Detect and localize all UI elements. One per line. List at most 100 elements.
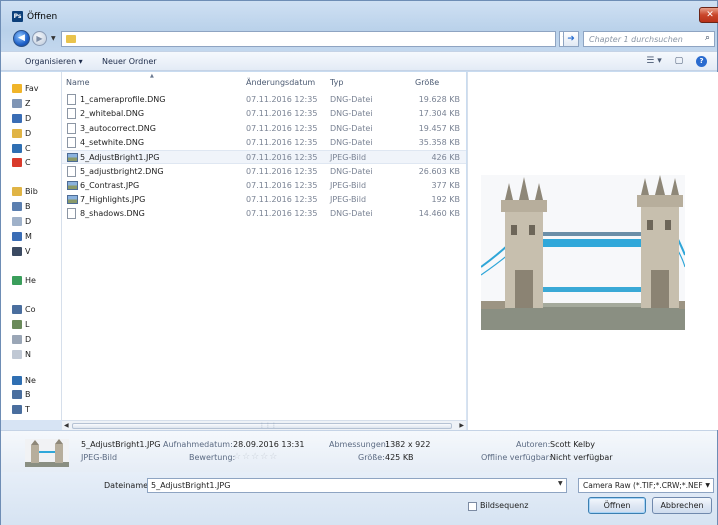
file-type-value: Camera Raw (*.TIF;*.CRW;*.NEF <box>583 481 703 490</box>
detail-offline-label: Offline verfügbar: <box>481 453 552 462</box>
file-date: 07.11.2016 12:35 <box>246 95 318 104</box>
local-disk-icon <box>12 320 22 329</box>
file-size: 426 KB <box>431 153 460 163</box>
sidebar-item-label: L <box>25 320 30 329</box>
scroll-left-icon[interactable]: ◀ <box>64 422 69 429</box>
search-input[interactable]: Chapter 1 durchsuchen ⌕ <box>583 31 715 47</box>
refresh-button[interactable]: ➜ <box>563 31 579 47</box>
chevron-down-icon: ▼ <box>703 482 710 489</box>
network-icon <box>12 376 22 385</box>
star-icon <box>12 84 22 93</box>
file-size: 19.457 KB <box>418 123 460 133</box>
back-arrow-icon: ◀ <box>18 33 25 43</box>
sidebar-item[interactable]: D <box>12 217 31 226</box>
sidebar-item[interactable]: Bib <box>12 187 38 196</box>
file-row[interactable]: 5_adjustbright2.DNG 07.11.2016 12:35 DNG-D… <box>62 165 466 179</box>
column-header-size[interactable]: Größe <box>415 78 439 87</box>
rating-stars[interactable]: ☆☆☆☆☆ <box>233 452 278 462</box>
scrollbar-thumb[interactable]: ⋮⋮⋮ <box>72 422 452 429</box>
address-bar[interactable] <box>61 31 556 47</box>
close-icon: ✕ <box>706 10 714 20</box>
scroll-right-icon[interactable]: ▶ <box>459 422 464 429</box>
column-header-date[interactable]: Änderungsdatum <box>246 78 315 87</box>
file-row[interactable]: 8_shadows.DNG 07.11.2016 12:35 DNG-Datei 14… <box>62 207 466 221</box>
image-sequence-checkbox[interactable] <box>468 502 477 511</box>
sidebar-item[interactable]: Fav <box>12 84 39 93</box>
sidebar-item[interactable]: C <box>12 158 31 167</box>
preview-pane-icon[interactable]: ▢ <box>675 56 684 66</box>
file-row[interactable]: 3_autocorrect.DNG 07.11.2016 12:35 DNG-Dat… <box>62 122 466 136</box>
sidebar-item[interactable]: B <box>12 202 31 211</box>
sort-caret-icon: ▲ <box>150 73 154 79</box>
file-size: 377 KB <box>431 180 460 190</box>
dng-file-icon <box>67 108 76 120</box>
sidebar-item[interactable]: Ne <box>12 376 36 385</box>
sidebar-item[interactable]: Z <box>12 99 30 108</box>
file-row[interactable]: 2_whitebal.DNG 07.11.2016 12:35 DNG-Datei 1… <box>62 107 466 121</box>
thumbnail-image <box>25 439 69 467</box>
filename-input[interactable]: 5_AdjustBright1.JPG <box>147 478 567 493</box>
sidebar-item-label: D <box>25 217 32 226</box>
navigation-pane: Fav Z D D C C Bib B D M V He Co L D N Ne B T <box>1 72 61 420</box>
file-size: 17.304 KB <box>418 109 460 119</box>
file-list: Name ▲ Änderungsdatum Typ Größe 1_camera… <box>62 72 466 420</box>
organize-button[interactable]: Organisieren ▾ <box>25 57 83 66</box>
pictures-icon <box>12 202 22 211</box>
close-button[interactable]: ✕ <box>699 7 718 23</box>
view-options-icon[interactable]: ☰ ▾ <box>646 56 661 66</box>
help-icon[interactable]: ? <box>696 56 707 67</box>
sidebar-item[interactable]: T <box>12 405 30 414</box>
grip-icon: ⋮⋮⋮ <box>259 422 277 429</box>
column-header-type[interactable]: Typ <box>330 78 343 87</box>
detail-date-label: Aufnahmedatum: <box>163 440 233 449</box>
file-type: JPEG-Bild <box>330 195 367 205</box>
horizontal-scrollbar[interactable]: ◀ ⋮⋮⋮ ▶ <box>62 420 466 430</box>
forward-button[interactable]: ▶ <box>32 31 47 46</box>
sidebar-item[interactable]: B <box>12 390 31 399</box>
sidebar-item[interactable]: He <box>12 276 36 285</box>
file-row[interactable]: 6_Contrast.JPG 07.11.2016 12:35 JPEG-Bild 3… <box>62 179 466 193</box>
network-drive-icon <box>12 350 22 359</box>
sidebar-item[interactable]: D <box>12 114 31 123</box>
detail-offline-value: Nicht verfügbar <box>550 453 613 462</box>
sidebar-item[interactable]: M <box>12 232 32 241</box>
desktop-icon <box>12 114 22 123</box>
file-row[interactable]: 7_Highlights.JPG 07.11.2016 12:35 JPEG-Bil… <box>62 193 466 207</box>
sidebar-item-label: M <box>25 232 32 241</box>
file-name: 2_whitebal.DNG <box>80 109 145 119</box>
file-row[interactable]: 4_setwhite.DNG 07.11.2016 12:35 DNG-Datei 3… <box>62 136 466 150</box>
history-dropdown[interactable]: ▼ <box>51 35 56 42</box>
sidebar-item[interactable]: Co <box>12 305 35 314</box>
file-date: 07.11.2016 12:35 <box>246 109 318 119</box>
open-button[interactable]: Öffnen <box>588 497 646 514</box>
preview-image <box>481 175 685 330</box>
jpeg-file-icon <box>67 180 78 190</box>
videos-icon <box>12 247 22 256</box>
dng-file-icon <box>67 122 76 134</box>
filename-dropdown-icon[interactable]: ▼ <box>558 480 563 487</box>
sidebar-item[interactable]: D <box>12 335 31 344</box>
cancel-button[interactable]: Abbrechen <box>652 497 712 514</box>
file-type: DNG-Datei <box>330 123 373 133</box>
sidebar-item[interactable]: C <box>12 144 31 153</box>
back-button[interactable]: ◀ <box>13 30 30 47</box>
creative-cloud-files-icon <box>12 158 22 167</box>
file-row[interactable]: 1_cameraprofile.DNG 07.11.2016 12:35 DNG-D… <box>62 93 466 107</box>
sidebar-item[interactable]: N <box>12 350 31 359</box>
preview-pane <box>467 72 718 430</box>
new-folder-button[interactable]: Neuer Ordner <box>102 57 157 66</box>
titlebar[interactable]: Ps Öffnen ✕ <box>1 1 718 27</box>
sidebar-item[interactable]: V <box>12 247 30 256</box>
sidebar-item[interactable]: L <box>12 320 29 329</box>
sidebar-item-label: D <box>25 129 32 138</box>
drive-icon <box>12 335 22 344</box>
file-type-select[interactable]: Camera Raw (*.TIF;*.CRW;*.NEF ▼ <box>578 478 714 493</box>
file-date: 07.11.2016 12:35 <box>246 123 318 133</box>
file-row[interactable]: 5_AdjustBright1.JPG 07.11.2016 12:35 JPEG-… <box>62 150 466 165</box>
file-size: 26.603 KB <box>418 166 460 176</box>
column-header-name[interactable]: Name <box>66 78 90 87</box>
computer-icon <box>12 305 22 314</box>
sidebar-item[interactable]: D <box>12 129 31 138</box>
open-dialog: Ps Öffnen ✕ ◀ ▶ ▼ ▼ ➜ Chapter 1 durchsuc… <box>0 0 718 525</box>
sidebar-item-label: Fav <box>25 84 39 93</box>
